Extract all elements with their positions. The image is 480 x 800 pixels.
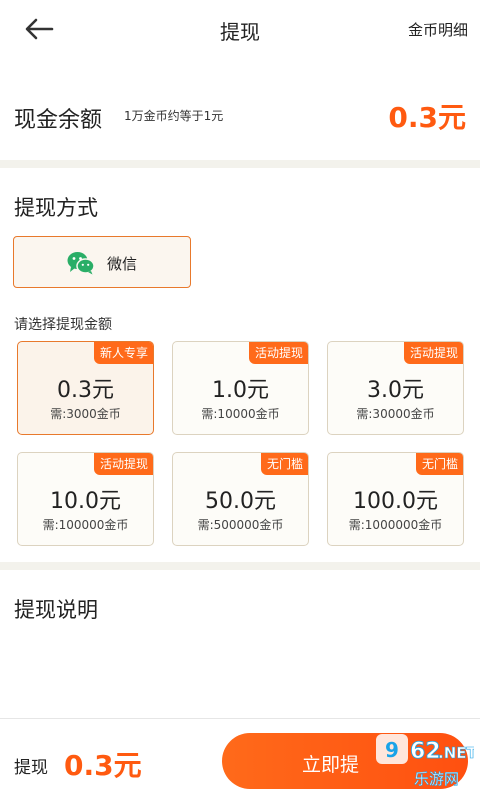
- amount-hint: 请选择提现金额: [14, 317, 112, 333]
- exchange-rate-note: 1万金币约等于1元: [124, 109, 224, 123]
- svg-text:9: 9: [385, 738, 399, 762]
- card-amount: 0.3元: [57, 378, 114, 403]
- section-divider: [0, 160, 480, 168]
- withdraw-description-title: 提现说明: [14, 598, 98, 622]
- card-required-coins: 需:3000金币: [50, 407, 121, 421]
- balance-section: 现金余额 1万金币约等于1元 0.3元: [0, 60, 480, 160]
- wechat-option-button[interactable]: 微信: [13, 236, 191, 288]
- card-required-coins: 需:30000金币: [356, 407, 435, 421]
- card-required-coins: 需:1000000金币: [348, 518, 443, 532]
- card-badge: 活动提现: [93, 453, 153, 475]
- card-amount: 3.0元: [367, 378, 424, 403]
- amount-card-10-0[interactable]: 活动提现 10.0元 需:100000金币: [17, 452, 154, 546]
- wechat-icon: [67, 252, 95, 275]
- card-amount: 10.0元: [50, 489, 121, 514]
- bottom-withdraw-amount: 0.3元: [64, 749, 142, 782]
- coin-details-link[interactable]: 金币明细: [408, 19, 468, 40]
- amount-card-50-0[interactable]: 无门槛 50.0元 需:500000金币: [172, 452, 309, 546]
- card-amount: 50.0元: [205, 489, 276, 514]
- section-divider: [0, 562, 480, 570]
- amount-card-0-3[interactable]: 新人专享 0.3元 需:3000金币: [17, 341, 154, 435]
- card-badge: 活动提现: [403, 342, 463, 364]
- card-required-coins: 需:500000金币: [197, 518, 284, 532]
- card-required-coins: 需:100000金币: [42, 518, 129, 532]
- bottom-withdraw-label: 提现: [14, 758, 48, 778]
- site-watermark-logo: 9 62 .NET 乐游网: [376, 734, 474, 788]
- amount-card-1-0[interactable]: 活动提现 1.0元 需:10000金币: [172, 341, 309, 435]
- withdraw-method-title: 提现方式: [14, 196, 98, 220]
- card-amount: 100.0元: [353, 489, 438, 514]
- amount-card-3-0[interactable]: 活动提现 3.0元 需:30000金币: [327, 341, 464, 435]
- card-badge: 无门槛: [260, 453, 308, 475]
- balance-value: 0.3元: [388, 101, 466, 134]
- balance-label: 现金余额: [14, 108, 103, 133]
- header-bar: 提现 金币明细: [0, 0, 480, 60]
- withdraw-now-label: 立即提: [302, 754, 360, 776]
- svg-text:.NET: .NET: [438, 744, 474, 762]
- svg-text:62: 62: [410, 739, 441, 764]
- card-badge: 新人专享: [93, 342, 153, 364]
- svg-text:乐游网: 乐游网: [414, 770, 459, 788]
- amount-card-100-0[interactable]: 无门槛 100.0元 需:1000000金币: [327, 452, 464, 546]
- card-amount: 1.0元: [212, 378, 269, 403]
- card-badge: 活动提现: [248, 342, 308, 364]
- wechat-label: 微信: [107, 255, 138, 273]
- card-required-coins: 需:10000金币: [201, 407, 280, 421]
- card-badge: 无门槛: [415, 453, 463, 475]
